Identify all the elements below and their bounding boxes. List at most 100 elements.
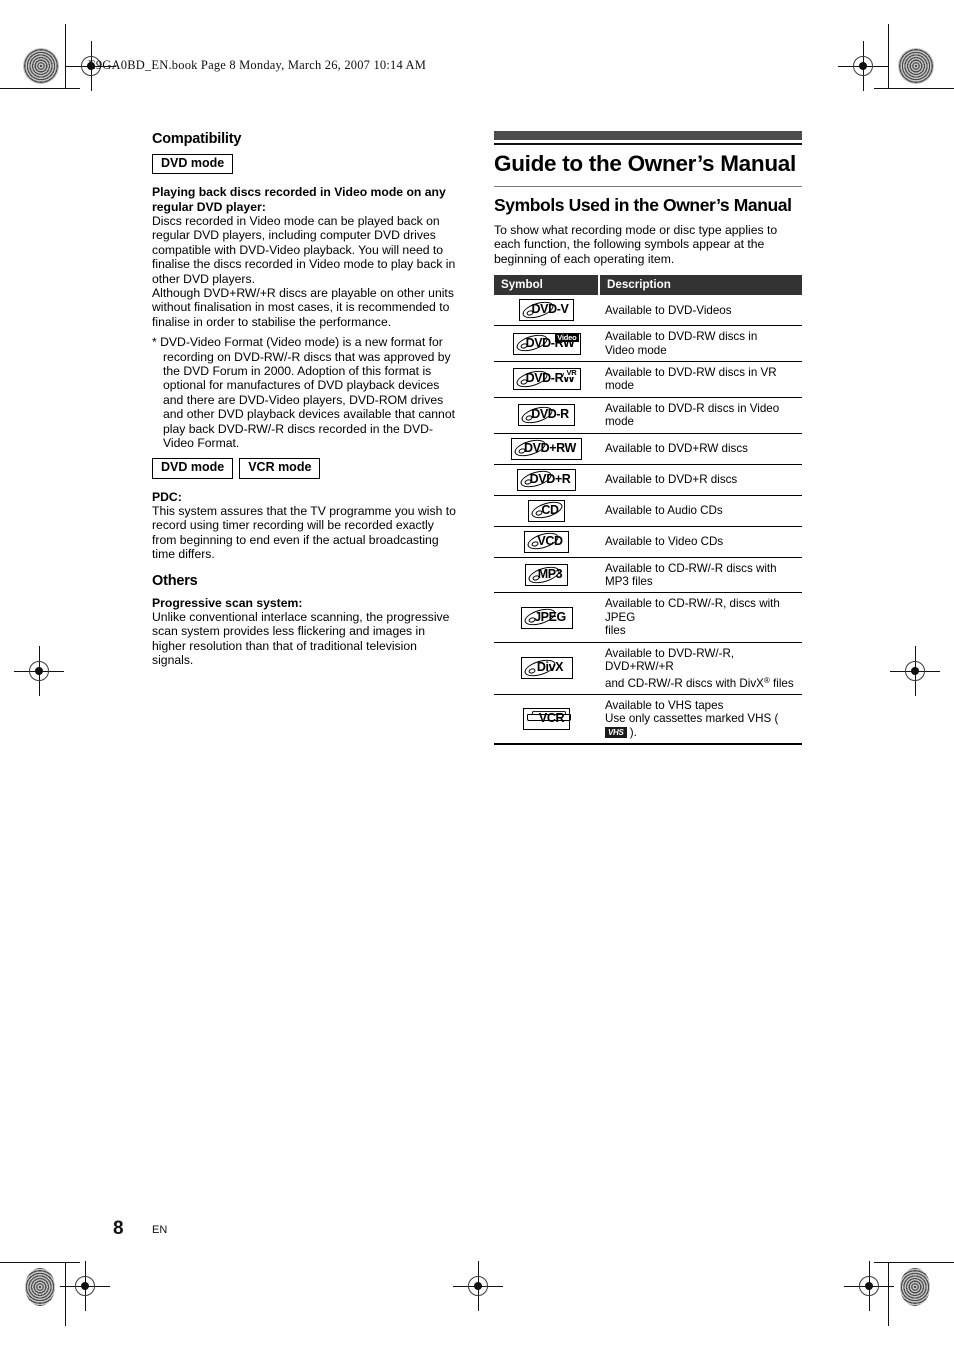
symbol-cell: VCR xyxy=(494,694,599,746)
paragraph-dvd-plus-finalisation: Although DVD+RW/+R discs are playable on… xyxy=(152,285,454,329)
symbol-label: DVD-R xyxy=(531,407,569,422)
symbols-table-body: DVD-V Available to DVD-Videos Video DVD-RW A… xyxy=(494,295,802,746)
symbol-badge-vcd: VCD xyxy=(524,529,569,553)
page-frame-right xyxy=(888,40,889,88)
description-cell: Available to DVD-RW/-R, DVD+RW/+R and CD-… xyxy=(599,642,802,695)
table-row: VCD Available to Video CDs xyxy=(494,526,802,558)
section-title-compatibility: Compatibility xyxy=(152,131,242,147)
subheading-playing-back-discs: Playing back discs recorded in Video mod… xyxy=(152,185,446,214)
symbol-badge-jpeg: JPEG xyxy=(520,605,573,629)
mode-badge-vcr: VCR mode xyxy=(239,458,321,479)
chapter-title: Guide to the Owner’s Manual xyxy=(494,151,796,176)
symbol-cell: DVD-R xyxy=(494,397,599,434)
table-row: MP3 Available to CD-RW/-R discs with MP3 f… xyxy=(494,557,802,594)
registration-mark-bottom-left xyxy=(60,1261,110,1311)
symbol-cell: Video DVD-RW xyxy=(494,325,599,363)
description-cell: Available to DVD+RW discs xyxy=(599,433,802,465)
crop-line-bottom-right xyxy=(874,1262,954,1263)
mode-badge-row-2: DVD mode VCR mode xyxy=(152,458,460,484)
symbol-badge-mp3: MP3 xyxy=(524,563,569,587)
symbol-cell: MP3 xyxy=(494,557,599,594)
crop-line-top-right xyxy=(874,88,954,89)
registration-mark-mid-right xyxy=(890,646,940,696)
subheading-pdc: PDC: xyxy=(152,489,182,504)
table-row: Video DVD-RW Available to DVD-RW discs in V… xyxy=(494,325,802,363)
table-row: DVD+R Available to DVD+R discs xyxy=(494,464,802,496)
table-row: DVD-R Available to DVD-R discs in Video m… xyxy=(494,397,802,434)
symbols-table-header-row: Symbol Description xyxy=(494,275,802,296)
page-frame-left-lower xyxy=(65,1262,66,1322)
symbol-cell: DVD+R xyxy=(494,464,599,496)
symbol-cell: VR DVD-RW xyxy=(494,361,599,398)
symbol-label: DVD+RW xyxy=(524,440,576,455)
column-header-symbol: Symbol xyxy=(494,275,600,296)
symbol-cell: VCD xyxy=(494,526,599,558)
table-row: CD Available to Audio CDs xyxy=(494,495,802,527)
table-row: DivX Available to DVD-RW/-R, DVD+RW/+R and… xyxy=(494,642,802,695)
symbols-intro-text: To show what recording mode or disc type… xyxy=(494,223,778,266)
book-header-line: E9GA0BD_EN.book Page 8 Monday, March 26,… xyxy=(88,58,427,72)
table-row: JPEG Available to CD-RW/-R, discs with JP… xyxy=(494,592,802,643)
description-cell: Available to CD-RW/-R discs with MP3 file… xyxy=(599,557,802,594)
symbol-badge-cd: CD xyxy=(528,498,565,522)
crop-line-top-left xyxy=(0,88,80,89)
description-cell: Available to DVD-Videos xyxy=(599,295,802,327)
chapter-title-bar xyxy=(494,131,802,140)
symbol-label: DVD-V xyxy=(531,302,569,317)
symbol-badge-divx: DivX xyxy=(520,656,573,680)
page-language-code: EN xyxy=(152,1224,168,1236)
crop-line-bottom-left xyxy=(0,1262,80,1263)
symbol-tag-label: VR xyxy=(564,368,579,378)
table-row: VCR Available to VHS tapes Use only casset… xyxy=(494,694,802,746)
halftone-patch-top-right xyxy=(898,48,934,84)
symbol-label: CD xyxy=(541,502,559,517)
symbol-cell: JPEG xyxy=(494,592,599,643)
registration-mark-bottom-right xyxy=(844,1261,894,1311)
paragraph-progressive-scan: Unlike conventional interlace scanning, … xyxy=(152,610,450,668)
description-cell: Available to CD-RW/-R, discs with JPEG fi… xyxy=(599,592,802,643)
page-frame-left xyxy=(65,40,66,88)
halftone-patch-bottom-right xyxy=(900,1268,930,1306)
symbol-label: JPEG xyxy=(534,609,566,624)
description-cell: Available to Audio CDs xyxy=(599,495,802,527)
description-cell: Available to DVD-RW discs in VR mode xyxy=(599,361,802,398)
registration-mark-bottom-center xyxy=(453,1261,503,1311)
symbol-label: VCD xyxy=(537,533,563,548)
symbol-cell: DVD-V xyxy=(494,295,599,327)
mode-badge-dvd-2: DVD mode xyxy=(152,458,234,479)
symbol-cell: DVD+RW xyxy=(494,433,599,465)
column-header-description: Description xyxy=(599,275,802,296)
description-cell: Available to VHS tapes Use only cassettes… xyxy=(599,694,802,746)
halftone-patch-bottom-left xyxy=(25,1268,55,1306)
symbol-badge-dvd-rw: VR DVD-RW xyxy=(512,367,581,391)
paragraph-video-mode-playback: Discs recorded in Video mode can be play… xyxy=(152,213,456,286)
symbol-badge-vcr: VCR xyxy=(522,708,571,731)
symbol-badge-dvd-r: DVD+R xyxy=(516,467,577,491)
description-cell: Available to Video CDs xyxy=(599,526,802,558)
symbol-badge-dvd-rw: DVD+RW xyxy=(511,436,582,460)
section-divider-rule xyxy=(494,186,802,187)
mode-badge-row-1: DVD mode xyxy=(152,154,460,180)
symbol-label: VCR xyxy=(538,711,565,726)
registration-mark-mid-left xyxy=(14,646,64,696)
table-row: DVD+RW Available to DVD+RW discs xyxy=(494,433,802,465)
symbol-tag-label: Video xyxy=(555,332,579,342)
section-title-others: Others xyxy=(152,572,198,589)
table-row: DVD-V Available to DVD-Videos xyxy=(494,295,802,327)
page-frame-right-lower xyxy=(888,1262,889,1322)
description-cell: Available to DVD+R discs xyxy=(599,464,802,496)
table-row: VR DVD-RW Available to DVD-RW discs in VR … xyxy=(494,361,802,398)
symbol-badge-dvd-rw: Video DVD-RW xyxy=(512,331,581,355)
symbols-table: Symbol Description DVD-V Available to DVD… xyxy=(494,275,802,746)
halftone-patch-top-left xyxy=(23,48,59,84)
registered-mark: ® xyxy=(763,675,770,685)
page-number: 8 xyxy=(113,1218,124,1239)
symbol-cell: DivX xyxy=(494,642,599,695)
left-column: Compatibility DVD mode Playing back disc… xyxy=(152,131,460,668)
symbol-label: MP3 xyxy=(537,567,563,582)
description-cell: Available to DVD-RW discs in Video mode xyxy=(599,325,802,363)
registration-mark-top-right xyxy=(838,41,888,91)
symbol-badge-dvd-r: DVD-R xyxy=(518,403,575,427)
subheading-progressive-scan: Progressive scan system: xyxy=(152,595,303,610)
symbol-cell: CD xyxy=(494,495,599,527)
